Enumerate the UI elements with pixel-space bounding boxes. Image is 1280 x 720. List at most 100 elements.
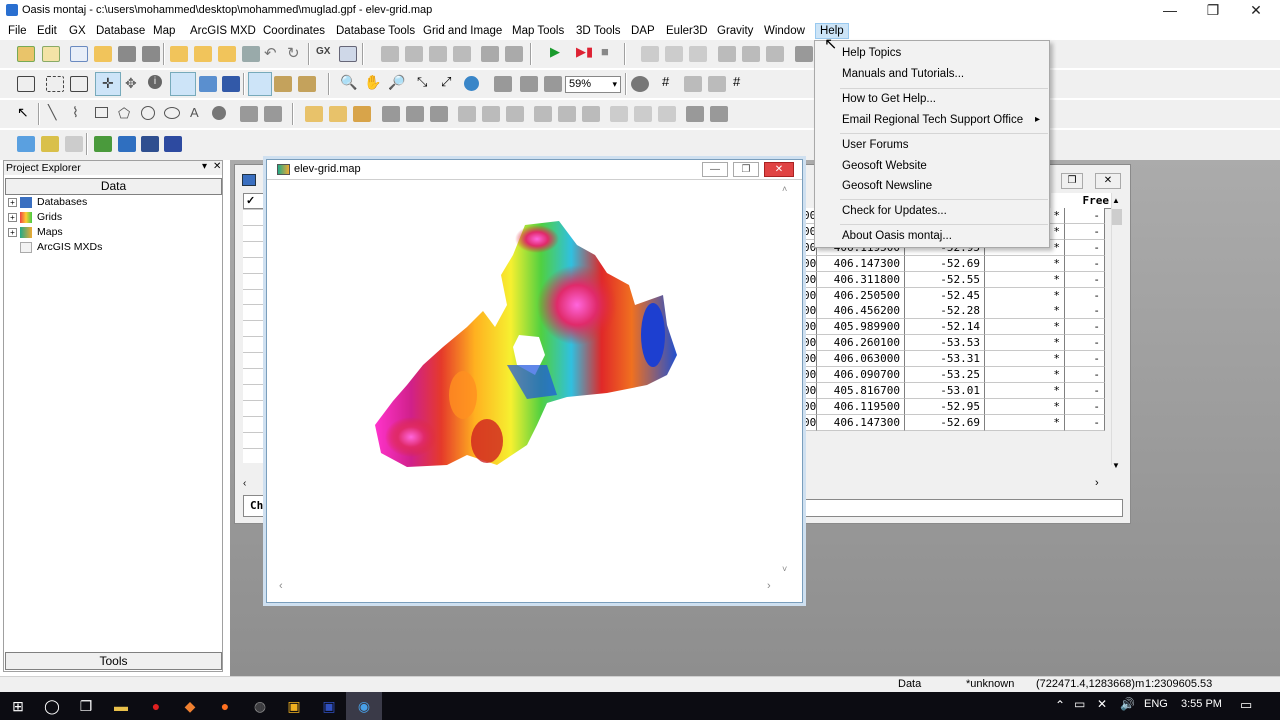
tray-arrow-icon[interactable]: ⌃ <box>1055 698 1065 712</box>
table-cell[interactable]: * <box>985 383 1065 399</box>
expand-icon[interactable]: + <box>8 197 17 207</box>
row-selector[interactable] <box>243 432 266 433</box>
table-cell[interactable]: 406.250500 <box>817 288 905 304</box>
row-selector[interactable] <box>243 416 266 417</box>
table-cell[interactable]: 00 <box>803 303 817 319</box>
table-cell[interactable]: - <box>1065 383 1105 399</box>
scroll-right-icon[interactable]: › <box>767 580 771 592</box>
tool-icon[interactable] <box>641 46 659 62</box>
pin-icon[interactable]: ▾ <box>202 161 207 172</box>
menu-gravity[interactable]: Gravity <box>713 23 757 39</box>
table-cell[interactable]: * <box>985 288 1065 304</box>
tool-icon[interactable] <box>558 106 576 122</box>
restore-button[interactable]: ❐ <box>1193 0 1233 21</box>
tool-icon[interactable] <box>658 106 676 122</box>
table-cell[interactable]: - <box>1065 415 1105 431</box>
minimize-button[interactable]: — <box>1150 0 1190 21</box>
tool-icon[interactable] <box>494 76 512 92</box>
open-grid-icon[interactable] <box>194 46 212 62</box>
grid-lines-icon[interactable]: # <box>662 74 669 89</box>
scroll-right-icon[interactable]: › <box>1095 477 1099 489</box>
start-icon[interactable]: ⊞ <box>0 692 36 720</box>
app-icon[interactable]: ◆ <box>172 692 208 720</box>
tool-icon[interactable] <box>429 46 447 62</box>
menu-file[interactable]: File <box>4 23 31 39</box>
redo-icon[interactable]: ↻ <box>287 44 300 62</box>
table-cell[interactable]: * <box>985 319 1065 335</box>
table-cell[interactable]: * <box>985 303 1065 319</box>
table-cell[interactable]: -52.69 <box>905 415 985 431</box>
save-icon[interactable] <box>118 46 136 62</box>
tool-icon[interactable] <box>240 106 258 122</box>
table-cell[interactable]: -53.53 <box>905 335 985 351</box>
info-icon[interactable]: i <box>148 75 162 89</box>
notification-icon[interactable]: ▭ <box>1240 697 1252 713</box>
app-icon[interactable]: ▣ <box>311 692 347 720</box>
table-cell[interactable]: - <box>1065 399 1105 415</box>
tool-icon[interactable] <box>430 106 448 122</box>
tab-data[interactable]: Data <box>5 178 222 195</box>
tool-icon[interactable] <box>506 106 524 122</box>
open-database-icon[interactable] <box>170 46 188 62</box>
row-selector-column[interactable] <box>243 209 267 463</box>
row-selector[interactable] <box>243 225 266 226</box>
image-icon[interactable] <box>118 136 136 152</box>
scroll-up-icon[interactable]: ˄ <box>782 184 787 194</box>
tool-icon[interactable] <box>481 46 499 62</box>
zoom-out-icon[interactable]: 🔎 <box>388 74 405 91</box>
row-selector[interactable] <box>243 448 266 449</box>
firefox-icon[interactable]: ● <box>207 692 243 720</box>
table-cell[interactable]: -52.45 <box>905 288 985 304</box>
expand-icon[interactable]: + <box>8 212 17 222</box>
menu-euler3d[interactable]: Euler3D <box>662 23 712 39</box>
tool-icon[interactable] <box>329 106 347 122</box>
list-icon[interactable] <box>65 136 83 152</box>
menu-item-about[interactable]: About Oasis montaj... <box>842 226 952 246</box>
menu-3d-tools[interactable]: 3D Tools <box>572 23 625 39</box>
row-selector[interactable] <box>243 384 266 385</box>
image-icon[interactable] <box>141 136 159 152</box>
tool-icon[interactable] <box>453 46 471 62</box>
table-cell[interactable]: -52.14 <box>905 319 985 335</box>
table-cell[interactable]: - <box>1065 224 1105 240</box>
layer-icon[interactable] <box>199 76 217 92</box>
table-cell[interactable]: * <box>985 399 1065 415</box>
menu-item-geosoft-website[interactable]: Geosoft Website <box>842 156 927 176</box>
calculator-icon[interactable] <box>339 46 357 62</box>
tool-icon[interactable] <box>665 46 683 62</box>
tool-icon[interactable] <box>305 106 323 122</box>
tool-icon[interactable] <box>406 106 424 122</box>
scroll-down-icon[interactable]: ▼ <box>1112 461 1120 470</box>
table-cell[interactable]: 406.147300 <box>817 256 905 272</box>
tree-item-arcgis-mxds[interactable]: ArcGIS MXDs <box>8 240 102 255</box>
table-cell[interactable]: - <box>1065 256 1105 272</box>
app-icon[interactable]: ◍ <box>242 692 278 720</box>
open-project-icon[interactable] <box>42 46 60 62</box>
volume-icon[interactable]: 🔊 <box>1120 697 1135 711</box>
row-selector[interactable] <box>243 304 266 305</box>
table-cell[interactable]: 406.119500 <box>817 399 905 415</box>
tool-icon[interactable] <box>686 106 704 122</box>
open-map-icon[interactable] <box>218 46 236 62</box>
table-cell[interactable]: * <box>985 351 1065 367</box>
new-project-icon[interactable] <box>17 46 35 62</box>
table-cell[interactable]: - <box>1065 335 1105 351</box>
opera-icon[interactable]: ● <box>138 692 174 720</box>
close-button[interactable]: ✕ <box>764 162 794 177</box>
gx-button[interactable]: GX <box>316 46 330 57</box>
menu-dap[interactable]: DAP <box>627 23 659 39</box>
symbol-icon[interactable] <box>212 106 226 120</box>
tool-icon[interactable] <box>634 106 652 122</box>
line-icon[interactable]: ╲ <box>48 104 56 121</box>
table-cell[interactable]: -52.28 <box>905 303 985 319</box>
tree-item-databases[interactable]: + Databases <box>8 195 87 210</box>
save-all-icon[interactable] <box>142 46 160 62</box>
grid-lines-icon[interactable]: # <box>733 74 740 89</box>
scroll-left-icon[interactable]: ‹ <box>279 580 283 592</box>
ellipse-icon[interactable] <box>164 107 180 119</box>
menu-item-email-support[interactable]: Email Regional Tech Support Office <box>842 110 1023 130</box>
select-region-icon[interactable] <box>46 76 64 92</box>
table-cell[interactable]: * <box>985 367 1065 383</box>
menu-edit[interactable]: Edit <box>33 23 61 39</box>
row-selector[interactable] <box>243 320 266 321</box>
